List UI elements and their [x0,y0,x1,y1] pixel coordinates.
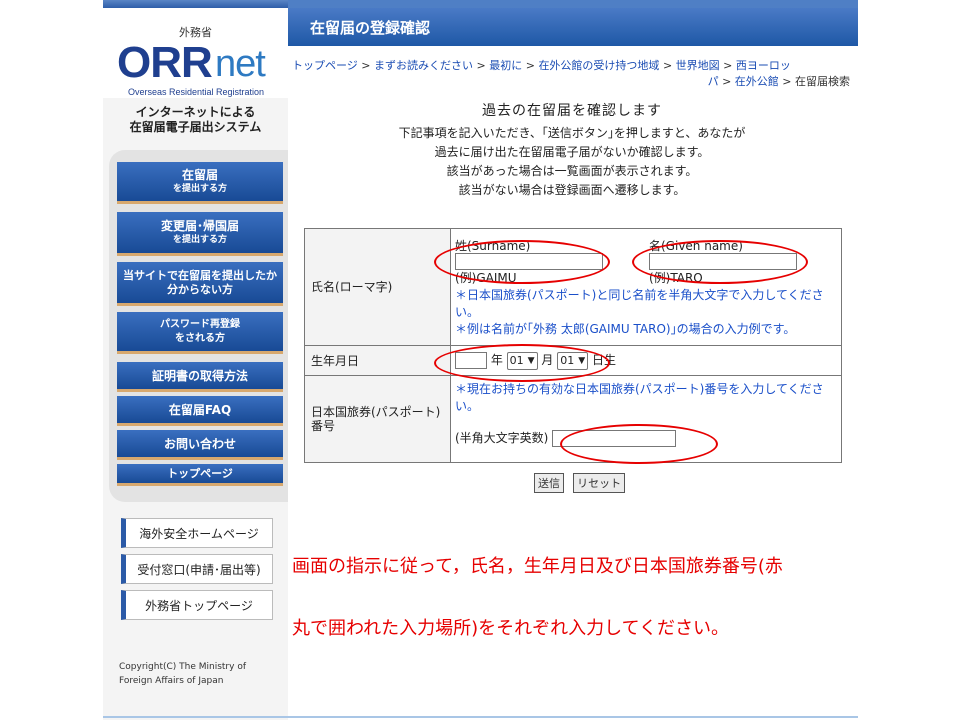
nav-change-return[interactable]: 変更届･帰国届 を提出する方 [117,212,283,256]
form-buttons: 送信 リセット [534,472,629,493]
breadcrumb-regions[interactable]: 在外公館の受け持つ地域 [538,59,659,72]
system-name: インターネットによる 在留届電子届出システム [129,105,262,134]
nav-certificate[interactable]: 証明書の取得方法 [117,362,283,392]
link-mofa-top[interactable]: 外務省トップページ [121,590,273,620]
birth-day-select[interactable]: 01 ▼ [557,351,589,370]
search-form: 氏名(ローマ字) 姓(Surname) (例)GAIMU 名(Given nam… [304,228,842,463]
breadcrumb-world-map[interactable]: 世界地図 [676,59,720,72]
link-reception-desk[interactable]: 受付窓口(申請･届出等) [121,554,273,584]
name-label: 氏名(ローマ字) [304,228,451,346]
intro-title: 過去の在留届を確認します [482,103,662,119]
nav-top-page[interactable]: トップページ [117,464,283,486]
given-name-label: 名(Given name) [649,239,743,253]
logo-subtitle: Overseas Residential Registration [127,87,265,97]
passport-label: 日本国旅券(パスポート)番号 [304,375,451,463]
passport-hint: (半角大文字英数) [455,431,549,445]
submit-button[interactable]: 送信 [534,473,564,493]
nav-password-reset[interactable]: パスワード再登録 をされる方 [117,312,283,354]
nav-zairyu-submit[interactable]: 在留届 を提出する方 [117,162,283,204]
birth-year-input[interactable] [455,352,487,370]
breadcrumb-west-europe-cont[interactable]: パ [708,75,719,88]
breadcrumb-embassy[interactable]: 在外公館 [735,75,779,88]
link-overseas-safety[interactable]: 海外安全ホームページ [121,518,273,548]
logo[interactable]: 外務省 ORR net Overseas Residential Registr… [103,8,288,98]
name-note-2: ＊例は名前が｢外務 太郎(GAIMU TARO)｣の場合の入力例です。 [455,322,796,336]
passport-row: 日本国旅券(パスポート)番号 ＊現在お持ちの有効な日本国旅券(パスポート)番号を… [304,375,842,463]
chevron-down-icon: ▼ [527,355,535,366]
page-title: 在留届の登録確認 [288,8,858,46]
sidebar: 外務省 ORR net Overseas Residential Registr… [103,0,288,720]
dob-label: 生年月日 [304,345,451,376]
name-note-1: ＊日本国旅券(パスポート)と同じ名前を半角大文字で入力してください。 [455,288,824,319]
surname-example: (例)GAIMU [455,271,517,285]
nav-faq[interactable]: 在留届FAQ [117,396,283,426]
breadcrumb-read-first[interactable]: まずお読みください [374,59,473,72]
sidebar-top-bar [103,0,288,8]
passport-note: ＊現在お持ちの有効な日本国旅券(パスポート)番号を入力してください。 [455,382,824,413]
logo-net-text: net [215,43,266,85]
copyright: Copyright(C) The Ministry of Foreign Aff… [119,662,246,686]
breadcrumb-current: 在留届検索 [795,75,850,88]
birth-month-select[interactable]: 01 ▼ [506,351,538,370]
breadcrumb: トップページ > まずお読みください > 最初に > 在外公館の受け持つ地域 >… [292,59,850,88]
nav-unknown-submitted[interactable]: 当サイトで在留届を提出したか 分からない方 [117,262,283,306]
instruction-annotation: 画面の指示に従って，氏名，生年月日及び日本国旅券番号(赤 丸で囲われた入力場所)… [292,556,783,639]
nav-contact[interactable]: お問い合わせ [117,430,283,460]
breadcrumb-west-europe[interactable]: 西ヨーロッ [736,59,791,72]
intro-text: 下記事項を記入いただき、｢送信ボタン｣を押しますと、あなたが 過去に届け出た在留… [398,126,746,197]
dob-row: 生年月日 年 01 ▼ 月 01 ▼ 日生 [304,345,842,376]
reset-button[interactable]: リセット [573,473,626,493]
logo-orr-text: ORR [117,38,213,87]
given-name-input[interactable] [649,253,797,270]
bottom-line [103,716,858,718]
breadcrumb-top[interactable]: トップページ [292,59,358,72]
surname-label: 姓(Surname) [455,239,531,253]
chevron-down-icon: ▼ [578,355,586,366]
surname-input[interactable] [455,253,603,270]
breadcrumb-start[interactable]: 最初に [489,59,522,72]
given-name-example: (例)TARO [649,271,703,285]
header-top-strip [288,0,858,8]
passport-number-input[interactable] [552,430,677,447]
name-row: 氏名(ローマ字) 姓(Surname) (例)GAIMU 名(Given nam… [304,228,842,346]
